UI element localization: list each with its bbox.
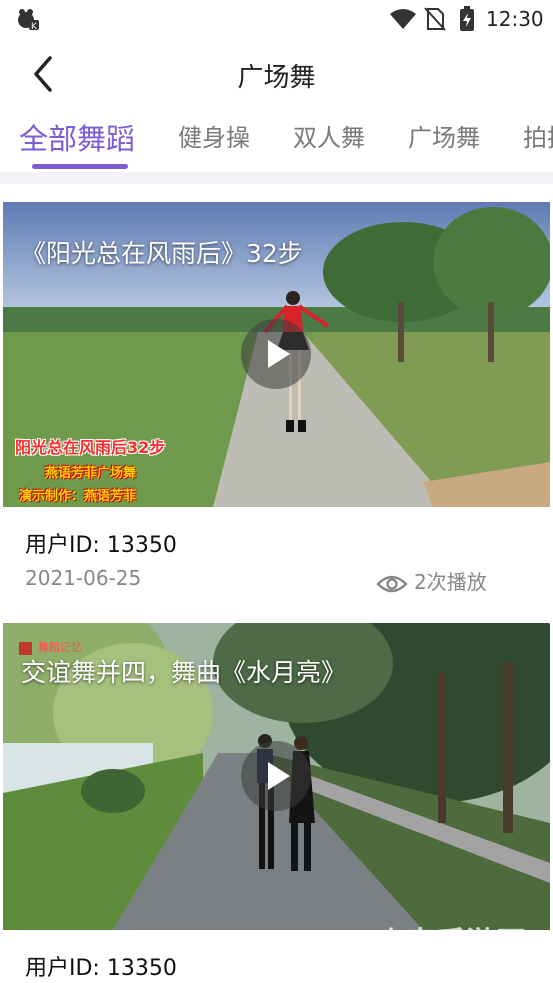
play-icon <box>268 340 290 368</box>
caption-line: 阳光总在风雨后32步 <box>15 438 166 457</box>
tab-duet[interactable]: 双人舞 <box>293 118 365 153</box>
site-watermark: 火鸟手游网 www.hncj.com <box>376 918 526 970</box>
app-notification-icon: K <box>18 9 39 31</box>
no-sim-icon <box>424 7 446 31</box>
top-app-bar: 广场舞 <box>0 40 553 110</box>
play-count: 2次播放 <box>376 566 487 595</box>
video-caption-overlay: 阳光总在风雨后32步 燕语芳菲广场舞 演示制作：燕语芳菲 <box>15 434 165 504</box>
tab-more[interactable]: 拍拍 <box>523 118 553 153</box>
wifi-icon <box>390 9 416 29</box>
battery-charging-icon <box>460 6 474 31</box>
upload-date: 2021-06-25 <box>25 566 142 590</box>
video-title: 交谊舞并四，舞曲《水月亮》 <box>21 658 347 687</box>
status-bar: K 12:30 <box>0 0 553 40</box>
active-tab-indicator <box>32 164 128 169</box>
uploader-id: 用户ID: 13350 <box>25 533 177 558</box>
eye-icon <box>376 575 408 592</box>
watermark-url: www.hncj.com <box>430 956 517 970</box>
page-title: 广场舞 <box>237 63 316 93</box>
category-tabs: 全部舞蹈 健身操 双人舞 广场舞 拍拍 <box>0 112 553 172</box>
video-thumbnail[interactable]: 舞蹈记忆 交谊舞并四，舞曲《水月亮》 <box>3 623 550 930</box>
play-count-label: 2次播放 <box>414 570 487 594</box>
caption-line: 燕语芳菲广场舞 <box>45 466 137 481</box>
video-title: 《阳光总在风雨后》32步 <box>21 239 303 268</box>
play-button[interactable] <box>241 741 311 811</box>
tab-square-dance[interactable]: 广场舞 <box>408 118 480 153</box>
status-time: 12:30 <box>486 7 544 31</box>
tab-fitness[interactable]: 健身操 <box>178 118 250 153</box>
play-button[interactable] <box>241 319 311 389</box>
play-icon <box>268 762 290 790</box>
caption-line: 演示制作：燕语芳菲 <box>19 489 137 504</box>
uploader-id: 用户ID: 13350 <box>25 956 177 981</box>
section-divider <box>0 172 553 184</box>
video-thumbnail[interactable]: 《阳光总在风雨后》32步 阳光总在风雨后32步 燕语芳菲广场舞 演示制作：燕语芳… <box>3 202 550 507</box>
tab-all-dances[interactable]: 全部舞蹈 <box>19 116 135 158</box>
